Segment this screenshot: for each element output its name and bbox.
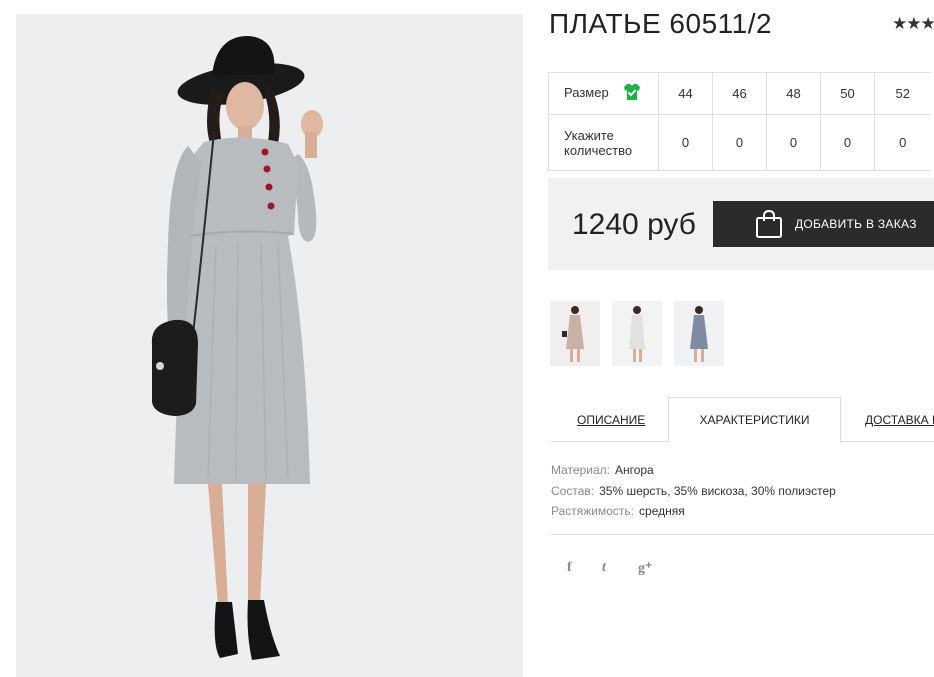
quantity-input-50[interactable]: 0 xyxy=(820,114,875,171)
spec-key: Растяжимость: xyxy=(551,504,635,518)
spec-stretch: Растяжимость: средняя xyxy=(551,501,836,522)
characteristics-list: Материал: Ангора Состав: 35% шерсть, 35% в… xyxy=(551,460,836,522)
size-48: 48 xyxy=(766,72,821,115)
size-46: 46 xyxy=(712,72,767,115)
tab-description-label: ОПИСАНИЕ xyxy=(577,412,646,427)
spec-value: 35% шерсть, 35% вискоза, 30% полиэстер xyxy=(599,483,836,498)
size-50: 50 xyxy=(820,72,875,115)
blue-dress-thumb[interactable] xyxy=(674,301,724,366)
tab-description[interactable]: ОПИСАНИЕ xyxy=(577,397,645,442)
quantity-input-52[interactable]: 0 xyxy=(874,114,931,171)
product-main-photo[interactable] xyxy=(16,14,523,677)
size-label: Размер xyxy=(564,84,609,100)
product-title: ПЛАТЬЕ 60511/2 xyxy=(549,8,773,39)
quantity-row: Укажите количество 0 0 0 0 0 xyxy=(548,114,931,171)
tab-delivery[interactable]: ДОСТАВКА И xyxy=(865,397,934,442)
size-quantity-table: Размер 44 46 48 50 52 Укажите количество… xyxy=(548,72,931,171)
facebook-icon[interactable]: f xyxy=(567,560,572,576)
tab-delivery-label: ДОСТАВКА И xyxy=(865,412,934,427)
add-to-order-button[interactable]: ДОБАВИТЬ В ЗАКАЗ xyxy=(713,201,934,247)
dress-model-illustration xyxy=(16,14,523,677)
divider xyxy=(551,534,934,535)
spec-material: Материал: Ангора xyxy=(551,460,836,481)
spec-value: Ангора xyxy=(614,463,654,477)
rating-stars[interactable]: ★★★ xyxy=(892,14,934,34)
price-block: 1240 руб ДОБАВИТЬ В ЗАКАЗ xyxy=(548,178,934,270)
size-row: Размер 44 46 48 50 52 xyxy=(548,72,931,115)
spec-key: Состав: xyxy=(551,483,595,498)
size-chart-icon[interactable] xyxy=(622,83,642,104)
tab-characteristics-label: ХАРАКТЕРИСТИКИ xyxy=(699,413,810,427)
spec-key: Материал: xyxy=(551,463,610,477)
spec-composition: Состав: 35% шерсть, 35% вискоза, 30% поли… xyxy=(551,481,836,502)
size-label-cell: Размер xyxy=(548,72,659,115)
tab-characteristics[interactable]: ХАРАКТЕРИСТИКИ xyxy=(668,397,841,443)
price: 1240 руб xyxy=(572,208,696,241)
size-52: 52 xyxy=(874,72,931,115)
add-to-order-label: ДОБАВИТЬ В ЗАКАЗ xyxy=(795,217,917,231)
white-dress-thumb[interactable] xyxy=(612,301,662,366)
google-plus-icon[interactable]: g⁺ xyxy=(638,560,652,577)
shopping-bag-icon xyxy=(755,209,783,242)
twitter-icon[interactable]: t xyxy=(602,560,606,576)
quantity-input-44[interactable]: 0 xyxy=(658,114,713,171)
quantity-input-46[interactable]: 0 xyxy=(712,114,767,171)
product-tabs: ОПИСАНИЕ ХАРАКТЕРИСТИКИ ДОСТАВКА И xyxy=(551,397,934,443)
quantity-input-48[interactable]: 0 xyxy=(766,114,821,171)
quantity-label: Укажите количество xyxy=(548,114,659,171)
spec-value: средняя xyxy=(639,504,685,518)
pink-dress-thumb[interactable] xyxy=(550,301,600,366)
size-44: 44 xyxy=(658,72,713,115)
